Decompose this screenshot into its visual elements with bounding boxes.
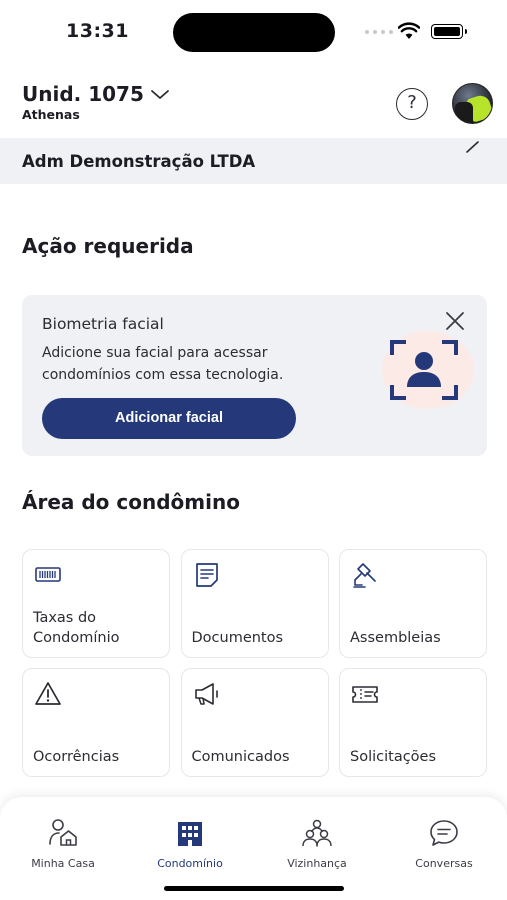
- action-required-title: Ação requerida: [22, 234, 194, 258]
- tile-label: Solicitações: [350, 749, 437, 765]
- arrow-icon: [466, 141, 479, 153]
- tile-label: Documentos: [191, 630, 284, 646]
- building-icon: [178, 822, 202, 846]
- barcode-icon: [35, 567, 61, 582]
- neighbors-icon: [302, 819, 332, 847]
- status-time: 13:31: [66, 20, 129, 42]
- add-facial-button[interactable]: Adicionar facial: [42, 398, 296, 439]
- header: Unid. 1075 Athenas ?: [0, 80, 507, 130]
- person-home-icon: [49, 819, 77, 846]
- dynamic-island: [173, 13, 335, 52]
- tile-comunicados[interactable]: Comunicados: [180, 668, 329, 777]
- status-bar: 13:31: [0, 0, 507, 64]
- avatar[interactable]: [452, 83, 493, 124]
- tile-label: Ocorrências: [33, 749, 120, 765]
- tile-ocorrencias[interactable]: Ocorrências: [22, 668, 170, 777]
- tile-label: Comunicados: [191, 749, 290, 765]
- document-icon: [195, 563, 218, 587]
- company-selector[interactable]: Adm Demonstração LTDA: [0, 138, 507, 184]
- tile-label: Taxas do Condomínio: [33, 610, 120, 646]
- tile-label: Assembleias: [350, 630, 441, 646]
- condo-tiles-grid: Taxas do Condomínio Documentos Assemblei…: [22, 549, 487, 777]
- ticket-icon: [352, 686, 378, 703]
- nav-label: Conversas: [415, 857, 473, 870]
- tile-taxas[interactable]: Taxas do Condomínio: [22, 549, 170, 658]
- chat-icon: [430, 820, 458, 846]
- nav-label: Condomínio: [157, 857, 223, 870]
- help-button[interactable]: ?: [396, 88, 428, 120]
- megaphone-icon: [194, 683, 218, 705]
- warning-icon: [35, 682, 61, 705]
- tile-documentos[interactable]: Documentos: [180, 549, 329, 658]
- chevron-down-icon[interactable]: [150, 88, 170, 102]
- nav-condominio[interactable]: Condomínio: [135, 817, 245, 870]
- biometric-description: Adicione sua facial para acessar condomí…: [42, 345, 284, 383]
- nav-label: Minha Casa: [31, 857, 95, 870]
- nav-vizinhanca[interactable]: Vizinhança: [262, 817, 372, 870]
- biometric-title: Biometria facial: [42, 315, 164, 333]
- unit-subtitle: Athenas: [22, 107, 80, 122]
- battery-icon: [431, 24, 467, 39]
- wifi-icon: [398, 22, 420, 39]
- company-name: Adm Demonstração LTDA: [22, 152, 256, 171]
- gavel-icon: [353, 563, 376, 588]
- nav-conversas[interactable]: Conversas: [389, 817, 499, 870]
- unit-selector-title[interactable]: Unid. 1075: [22, 82, 144, 106]
- home-indicator: [164, 886, 344, 891]
- nav-minha-casa[interactable]: Minha Casa: [8, 817, 118, 870]
- face-scan-icon: [374, 329, 474, 409]
- bottom-nav: Minha Casa Condomínio Vizinhança Convers…: [0, 797, 507, 900]
- cellular-signal-icon: [365, 30, 393, 34]
- tile-assembleias[interactable]: Assembleias: [339, 549, 487, 658]
- tile-solicitacoes[interactable]: Solicitações: [339, 668, 487, 777]
- biometric-card: Biometria facial Adicione sua facial par…: [22, 295, 487, 456]
- nav-label: Vizinhança: [287, 857, 347, 870]
- condo-area-title: Área do condômino: [22, 490, 240, 514]
